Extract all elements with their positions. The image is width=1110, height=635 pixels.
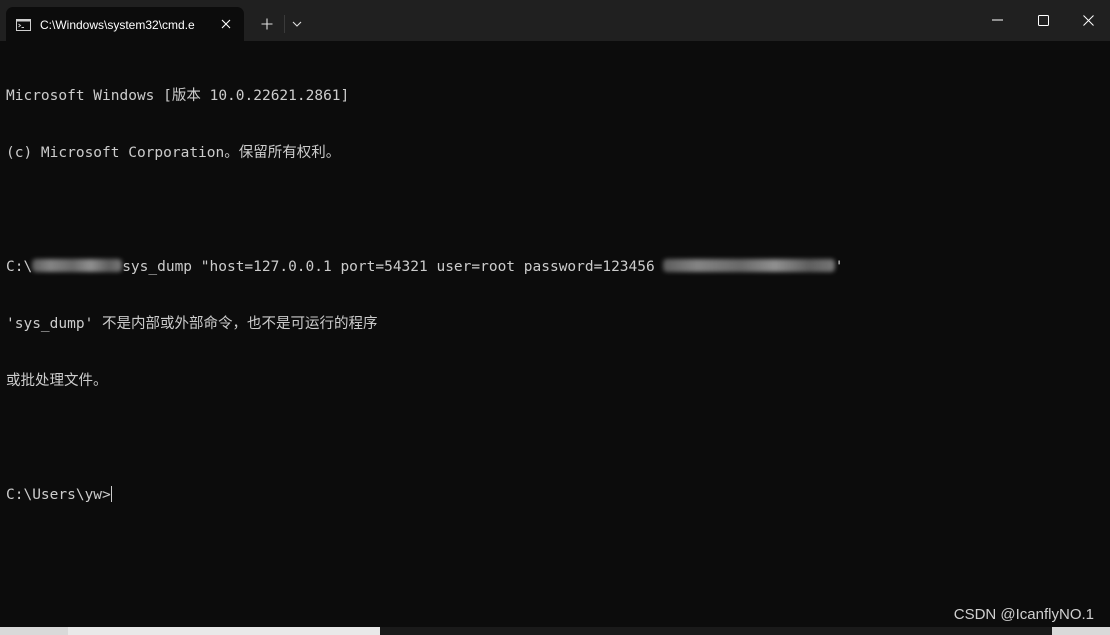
maximize-icon[interactable]	[1020, 4, 1066, 36]
terminal-icon	[16, 18, 31, 31]
prompt-line[interactable]: C:\Users\yw>	[6, 486, 1106, 505]
close-icon[interactable]	[218, 16, 234, 32]
plus-icon[interactable]	[255, 12, 279, 36]
bottom-strip-segment	[68, 627, 380, 635]
title-bar: C:\Windows\system32\cmd.e	[0, 0, 1110, 41]
error-line: 'sys_dump' 不是内部或外部命令，也不是可运行的程序	[6, 316, 378, 332]
redacted-path	[32, 259, 123, 272]
command-suffix: '	[834, 259, 844, 275]
minimize-icon[interactable]	[974, 4, 1020, 36]
terminal-window: C:\Windows\system32\cmd.e Microsoft Wind…	[0, 0, 1110, 627]
tab-title: C:\Windows\system32\cmd.e	[40, 18, 195, 32]
tab-cmd[interactable]: C:\Windows\system32\cmd.e	[6, 7, 244, 41]
tab-separator	[284, 15, 285, 33]
prompt: C:\Users\yw>	[6, 487, 111, 503]
terminal-output[interactable]: Microsoft Windows [版本 10.0.22621.2861] (…	[6, 49, 1106, 619]
bottom-strip	[0, 627, 1110, 635]
text-cursor	[110, 486, 112, 502]
redacted-text	[662, 259, 835, 272]
bottom-strip-segment	[380, 627, 1052, 635]
command-prefix: C:\	[6, 259, 33, 275]
close-icon[interactable]	[1066, 4, 1110, 36]
watermark: CSDN @IcanflyNO.1	[953, 606, 1094, 623]
output-line: Microsoft Windows [版本 10.0.22621.2861]	[6, 88, 350, 104]
chevron-down-icon[interactable]	[287, 12, 307, 36]
output-line: (c) Microsoft Corporation。保留所有权利。	[6, 145, 341, 161]
command-line: C:\ sys_dump "host=127.0.0.1 port=54321 u…	[6, 258, 1106, 277]
error-line: 或批处理文件。	[6, 373, 108, 389]
command-text: sys_dump "host=127.0.0.1 port=54321 user…	[122, 259, 655, 275]
